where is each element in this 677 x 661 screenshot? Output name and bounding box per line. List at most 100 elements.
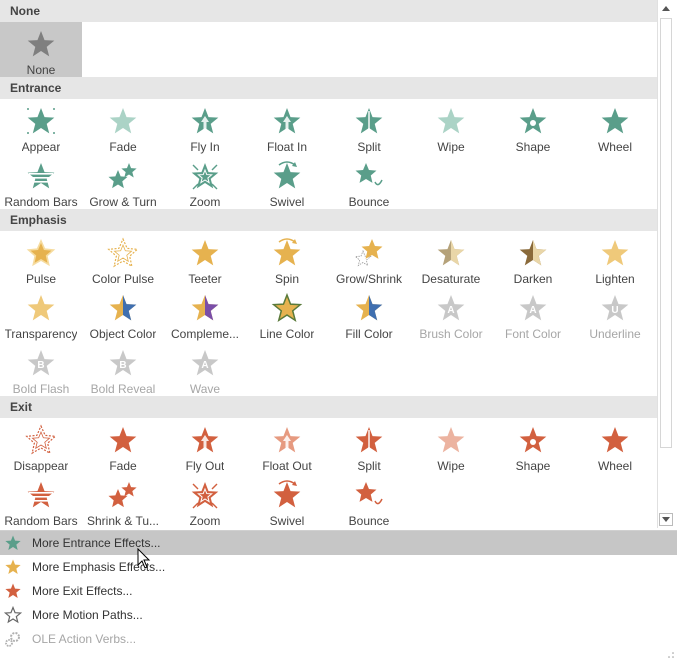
bold-reveal-star-icon: B bbox=[109, 350, 137, 376]
entrance-effect-zoom[interactable]: Zoom bbox=[164, 154, 246, 209]
exit-effect-fly-out[interactable]: Fly Out bbox=[164, 418, 246, 473]
wipe-star-icon bbox=[437, 427, 465, 453]
entrance-effect-swivel[interactable]: Swivel bbox=[246, 154, 328, 209]
random-bars-star-icon bbox=[27, 482, 55, 508]
exit-effect-fade[interactable]: Fade bbox=[82, 418, 164, 473]
fly-in-star-icon bbox=[191, 108, 219, 134]
emphasis-effect-wave: A Wave bbox=[164, 341, 246, 396]
chevron-down-icon bbox=[662, 517, 670, 522]
compleme-star-icon bbox=[191, 295, 219, 321]
effect-label: Wipe bbox=[437, 140, 465, 154]
effect-label: Shrink & Tu... bbox=[86, 514, 160, 528]
emphasis-effect-line-color[interactable]: Line Color bbox=[246, 286, 328, 341]
emphasis-effect-grow-shrink[interactable]: Grow/Shrink bbox=[328, 231, 410, 286]
resize-grip-icon[interactable] bbox=[667, 651, 675, 659]
exit-effect-zoom[interactable]: Zoom bbox=[164, 473, 246, 528]
shape-star-icon bbox=[519, 108, 547, 134]
font-color-star-icon: A bbox=[519, 295, 547, 321]
entrance-effect-bounce[interactable]: Bounce bbox=[328, 154, 410, 209]
appear-star-icon bbox=[27, 108, 55, 134]
effect-label: Brush Color bbox=[419, 327, 483, 341]
effect-label: Wipe bbox=[437, 459, 465, 473]
exit-effect-split[interactable]: Split bbox=[328, 418, 410, 473]
menu-item-more-motion-paths[interactable]: More Motion Paths... bbox=[0, 603, 677, 627]
effect-label: Float In bbox=[266, 140, 308, 154]
effect-label: Bold Flash bbox=[12, 382, 70, 396]
emphasis-effect-object-color[interactable]: Object Color bbox=[82, 286, 164, 341]
emphasis-effect-color-pulse[interactable]: Color Pulse bbox=[82, 231, 164, 286]
entrance-effect-wipe[interactable]: Wipe bbox=[410, 99, 492, 154]
menu-item-more-exit-effects[interactable]: More Exit Effects... bbox=[0, 579, 677, 603]
emphasis-effect-teeter[interactable]: Teeter bbox=[164, 231, 246, 286]
effect-label: Shape bbox=[515, 140, 551, 154]
fade-star-icon bbox=[109, 427, 137, 453]
shape-star-icon bbox=[519, 427, 547, 453]
exit-effect-disappear[interactable]: Disappear bbox=[0, 418, 82, 473]
emphasis-effect-fill-color[interactable]: Fill Color bbox=[328, 286, 410, 341]
effect-label: Random Bars bbox=[4, 514, 78, 528]
emphasis-effect-transparency[interactable]: Transparency bbox=[0, 286, 82, 341]
menu-item-ole-action-verbs: OLE Action Verbs... bbox=[0, 627, 677, 651]
section-header-entrance: Entrance bbox=[0, 77, 657, 99]
entrance-effect-shape[interactable]: Shape bbox=[492, 99, 574, 154]
exit-effect-bounce[interactable]: Bounce bbox=[328, 473, 410, 528]
gallery-scrollbar[interactable] bbox=[657, 0, 674, 528]
exit-star-icon bbox=[5, 583, 21, 598]
entrance-effect-wheel[interactable]: Wheel bbox=[574, 99, 656, 154]
exit-effect-float-out[interactable]: Float Out bbox=[246, 418, 328, 473]
exit-effect-random-bars[interactable]: Random Bars bbox=[0, 473, 82, 528]
effect-label: Bold Reveal bbox=[90, 382, 156, 396]
effect-label: Split bbox=[357, 140, 381, 154]
scroll-up-button[interactable] bbox=[658, 0, 674, 17]
entrance-effect-fly-in[interactable]: Fly In bbox=[164, 99, 246, 154]
underline-star-icon: U bbox=[601, 295, 629, 321]
emphasis-effect-bold-reveal: B Bold Reveal bbox=[82, 341, 164, 396]
lighten-star-icon bbox=[601, 240, 629, 266]
fade-star-icon bbox=[109, 108, 137, 134]
color-pulse-star-icon bbox=[107, 237, 139, 268]
menu-item-more-emphasis-effects[interactable]: More Emphasis Effects... bbox=[0, 555, 677, 579]
effects-gallery: None None Entrance Appear Fade Fly In Float In… bbox=[0, 0, 657, 528]
effect-label: Object Color bbox=[89, 327, 157, 341]
emphasis-effect-spin[interactable]: Spin bbox=[246, 231, 328, 286]
effect-label: Line Color bbox=[259, 327, 315, 341]
emphasis-effect-desaturate[interactable]: Desaturate bbox=[410, 231, 492, 286]
scroll-down-button[interactable] bbox=[659, 513, 673, 526]
exit-effect-shrink-tu[interactable]: Shrink & Tu... bbox=[82, 473, 164, 528]
exit-effect-swivel[interactable]: Swivel bbox=[246, 473, 328, 528]
effect-label: Split bbox=[357, 459, 381, 473]
scroll-thumb[interactable] bbox=[660, 18, 672, 448]
ole-gear-icon bbox=[5, 632, 20, 647]
exit-effect-wheel[interactable]: Wheel bbox=[574, 418, 656, 473]
effects-grid-entrance: Appear Fade Fly In Float In Split Wipe Shape Wh… bbox=[0, 99, 657, 209]
entrance-effect-appear[interactable]: Appear bbox=[0, 99, 82, 154]
effects-grid-none: None bbox=[0, 22, 657, 77]
bold-flash-star-icon: B bbox=[27, 350, 55, 376]
random-bars-star-icon bbox=[27, 163, 55, 189]
emphasis-effect-darken[interactable]: Darken bbox=[492, 231, 574, 286]
emphasis-effect-compleme[interactable]: Compleme... bbox=[164, 286, 246, 341]
exit-effect-shape[interactable]: Shape bbox=[492, 418, 574, 473]
bounce-star-icon bbox=[355, 163, 383, 186]
none-effect-none[interactable]: None bbox=[0, 22, 82, 77]
wheel-star-icon bbox=[601, 427, 629, 453]
mouse-cursor-icon bbox=[137, 548, 151, 569]
svg-text:A: A bbox=[201, 360, 208, 371]
entrance-effect-float-in[interactable]: Float In bbox=[246, 99, 328, 154]
entrance-effect-random-bars[interactable]: Random Bars bbox=[0, 154, 82, 209]
emphasis-effect-pulse[interactable]: Pulse bbox=[0, 231, 82, 286]
effect-label: Spin bbox=[274, 272, 300, 286]
menu-item-more-entrance-effects[interactable]: More Entrance Effects... bbox=[0, 531, 677, 555]
entrance-effect-fade[interactable]: Fade bbox=[82, 99, 164, 154]
emphasis-star-icon bbox=[5, 559, 21, 574]
entrance-effect-grow-turn[interactable]: Grow & Turn bbox=[82, 154, 164, 209]
transparency-star-icon bbox=[27, 295, 55, 321]
effect-label: Bounce bbox=[348, 514, 390, 528]
emphasis-effect-brush-color: A Brush Color bbox=[410, 286, 492, 341]
effect-label: Fly Out bbox=[185, 459, 225, 473]
exit-effect-wipe[interactable]: Wipe bbox=[410, 418, 492, 473]
effect-label: Fade bbox=[109, 459, 137, 473]
effect-label: Wheel bbox=[597, 459, 632, 473]
emphasis-effect-lighten[interactable]: Lighten bbox=[574, 231, 656, 286]
entrance-effect-split[interactable]: Split bbox=[328, 99, 410, 154]
